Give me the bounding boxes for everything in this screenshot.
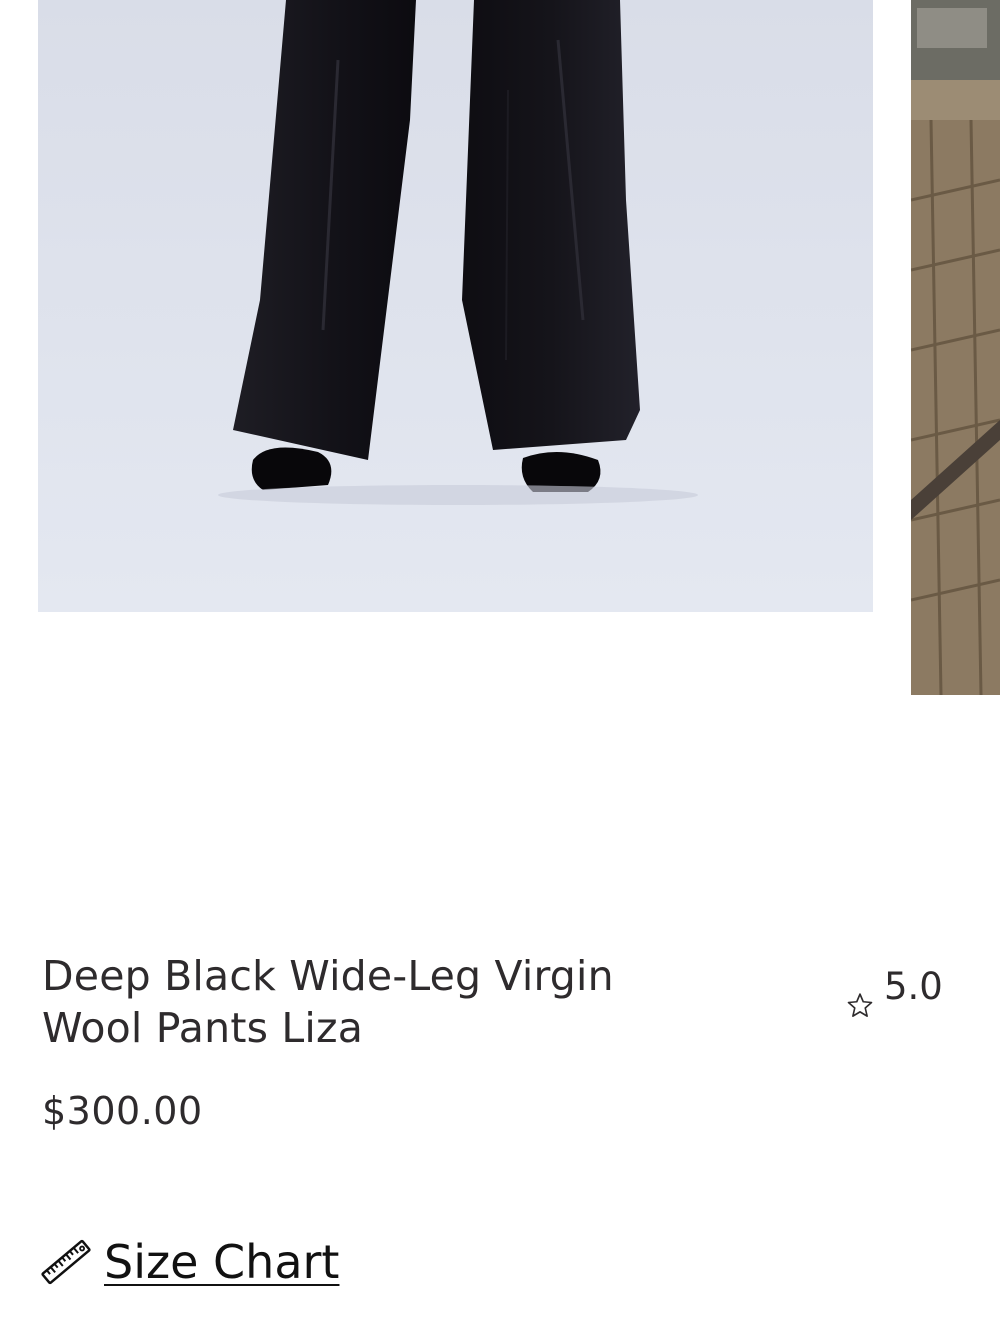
product-price: $300.00 xyxy=(42,1089,203,1133)
size-chart-link[interactable]: Size Chart xyxy=(38,1232,339,1292)
ruler-icon xyxy=(38,1234,94,1290)
product-main-image[interactable] xyxy=(38,0,873,612)
product-rating[interactable]: 5.0 xyxy=(845,962,955,1026)
product-next-image[interactable] xyxy=(911,0,1000,695)
product-gallery xyxy=(0,0,1000,700)
rating-value: 5.0 xyxy=(884,965,943,1008)
product-page: Deep Black Wide-Leg Virgin Wool Pants Li… xyxy=(0,0,1000,1333)
size-chart-label: Size Chart xyxy=(104,1235,340,1289)
product-title: Deep Black Wide-Leg Virgin Wool Pants Li… xyxy=(42,952,614,1052)
star-icon xyxy=(845,991,875,1021)
